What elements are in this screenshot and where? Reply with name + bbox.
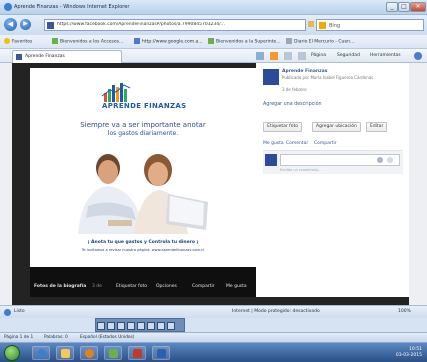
photo-footer-line1: ¡ Anota tu que gastos y Controla tu dine…: [87, 240, 199, 245]
favorite-item[interactable]: http://www.google.com.a...: [134, 38, 203, 46]
options-link[interactable]: Opciones: [156, 284, 177, 289]
security-zone[interactable]: Internet | Modo protegido: desactivado: [232, 309, 320, 314]
taskbar-app-icon[interactable]: [128, 346, 146, 360]
qs-icon-6[interactable]: [147, 322, 155, 330]
tag-photo-button[interactable]: Etiquetar foto: [263, 122, 302, 132]
taskbar-media-icon[interactable]: [80, 346, 98, 360]
like-link[interactable]: Me gusta: [226, 284, 247, 289]
search-placeholder: Bing: [329, 22, 341, 29]
clock-date: 03-03-2015: [395, 353, 422, 358]
status-globe-icon: [4, 309, 11, 316]
photo-image: APRENDE FINANZAS Siempre va a ser import…: [30, 68, 256, 280]
qs-icon-8[interactable]: [167, 322, 175, 330]
photo-headline: Siempre va a ser importante anotar: [80, 121, 206, 129]
taskbar-app-icon[interactable]: [104, 346, 122, 360]
page-avatar[interactable]: [263, 69, 279, 85]
like-action[interactable]: Me gusta: [263, 141, 284, 146]
window-title: Aprende Finanzas - Windows Internet Expl…: [14, 4, 130, 10]
ie-icon: [4, 3, 12, 11]
photo-side-panel: Aprende Finanzas Publicado por María Isa…: [256, 63, 409, 297]
close-button[interactable]: ✕: [410, 2, 426, 12]
edit-button[interactable]: Editar: [366, 122, 388, 132]
couple-laptop-illustration: [48, 146, 244, 234]
add-location-button[interactable]: Agregar ubicación: [312, 122, 361, 132]
qs-icon-5[interactable]: [137, 322, 145, 330]
favorite-item[interactable]: Bienvenidos a los Accesos...: [52, 38, 123, 46]
taskbar-ie-icon[interactable]: [32, 346, 50, 360]
print-icon[interactable]: [298, 52, 306, 60]
maximize-button[interactable]: □: [398, 2, 410, 12]
comment-action[interactable]: Comentar: [286, 141, 308, 146]
quick-launch-strip: [95, 318, 185, 332]
menu-security[interactable]: Seguridad: [337, 52, 360, 60]
address-url: https://www.facebook.com/AprendeFinanzas…: [57, 22, 225, 27]
rss-icon[interactable]: [270, 52, 278, 60]
favorites-bar: Favoritos Bienvenidos a los Accesos... h…: [0, 35, 427, 49]
logo-text: APRENDE FINANZAS: [102, 102, 187, 110]
language: Español (Estados Unidos): [80, 335, 135, 340]
windows-taskbar: 10:51 03-03-2015: [0, 342, 427, 362]
qs-icon-4[interactable]: [127, 322, 135, 330]
start-button[interactable]: [4, 345, 20, 361]
qs-icon-1[interactable]: [97, 322, 105, 330]
lock-icon[interactable]: [308, 21, 314, 27]
minimize-button[interactable]: _: [386, 2, 398, 12]
search-field[interactable]: Bing: [316, 19, 424, 31]
page-name-link[interactable]: Aprende Finanzas: [282, 69, 327, 74]
post-date: 3 de febrero: [282, 87, 307, 92]
menu-page[interactable]: Página: [311, 52, 326, 60]
back-icon[interactable]: ◀: [4, 18, 17, 31]
tag-photo-link[interactable]: Etiquetar foto: [116, 284, 147, 289]
taskbar-explorer-icon[interactable]: [56, 346, 74, 360]
photo-headline-2: los gastos diariamente.: [107, 130, 179, 137]
favorites-button[interactable]: Favoritos: [4, 38, 32, 46]
tab-label: Aprende Finanzas: [25, 54, 65, 59]
taskbar-word-icon[interactable]: [152, 346, 170, 360]
mail-icon[interactable]: [284, 52, 292, 60]
word-count: Palabras: 0: [44, 335, 68, 340]
help-icon[interactable]: [414, 52, 422, 60]
camera-icon[interactable]: [377, 157, 383, 163]
qs-icon-3[interactable]: [117, 322, 125, 330]
favorite-item[interactable]: Bienvenidos a la Superinte...: [208, 38, 281, 46]
system-clock[interactable]: 10:51 03-03-2015: [396, 347, 422, 359]
add-description-link[interactable]: Agregar una descripción: [263, 102, 322, 107]
aprende-finanzas-logo: [101, 83, 131, 102]
page-count: Página 1 de 1: [4, 335, 34, 340]
bing-icon: [319, 22, 326, 29]
photo-counter: 3 de: [92, 284, 102, 289]
commenter-avatar: [265, 154, 277, 166]
window-titlebar: Aprende Finanzas - Windows Internet Expl…: [0, 0, 427, 15]
menu-tools[interactable]: Herramientas: [370, 52, 401, 60]
site-favicon: [47, 22, 54, 29]
status-text: Listo: [14, 309, 25, 314]
photo-action-bar: Fotos de la biografía 3 de Etiquetar fot…: [30, 267, 256, 297]
qs-icon-7[interactable]: [157, 322, 165, 330]
address-toolbar: ◀ ▶ https://www.facebook.com/AprendeFina…: [0, 15, 427, 35]
qs-icon-2[interactable]: [107, 322, 115, 330]
tab-aprende-finanzas[interactable]: Aprende Finanzas: [12, 50, 122, 63]
emoji-icon[interactable]: [387, 157, 393, 163]
zoom-level[interactable]: 100%: [398, 309, 411, 314]
comment-hint: Escribe un comentario...: [280, 168, 322, 172]
home-icon[interactable]: [256, 52, 264, 60]
forward-icon[interactable]: ▶: [20, 19, 31, 30]
document-status-bar: Página 1 de 1 Palabras: 0 Español (Estad…: [0, 332, 427, 342]
photo-footer-line2: Te invitamos a revisar nuestra página: w…: [81, 248, 205, 252]
ie-status-bar: Listo Internet | Modo protegido: desacti…: [0, 305, 427, 318]
share-link[interactable]: Compartir: [192, 284, 215, 289]
comment-box: Escribe un comentario...: [263, 150, 403, 174]
favorite-item[interactable]: Diario El Mercurio - Cuen...: [286, 38, 354, 46]
posted-by: Publicado por María Isabel Figueroa Cárd…: [282, 75, 374, 80]
album-title: Fotos de la biografía: [34, 284, 87, 289]
facebook-icon: [16, 54, 22, 60]
comment-input[interactable]: [280, 154, 400, 166]
address-field[interactable]: https://www.facebook.com/AprendeFinanzas…: [44, 19, 306, 31]
tab-bar: Aprende Finanzas Página Seguridad Herram…: [0, 49, 427, 63]
share-action[interactable]: Compartir: [314, 141, 337, 146]
